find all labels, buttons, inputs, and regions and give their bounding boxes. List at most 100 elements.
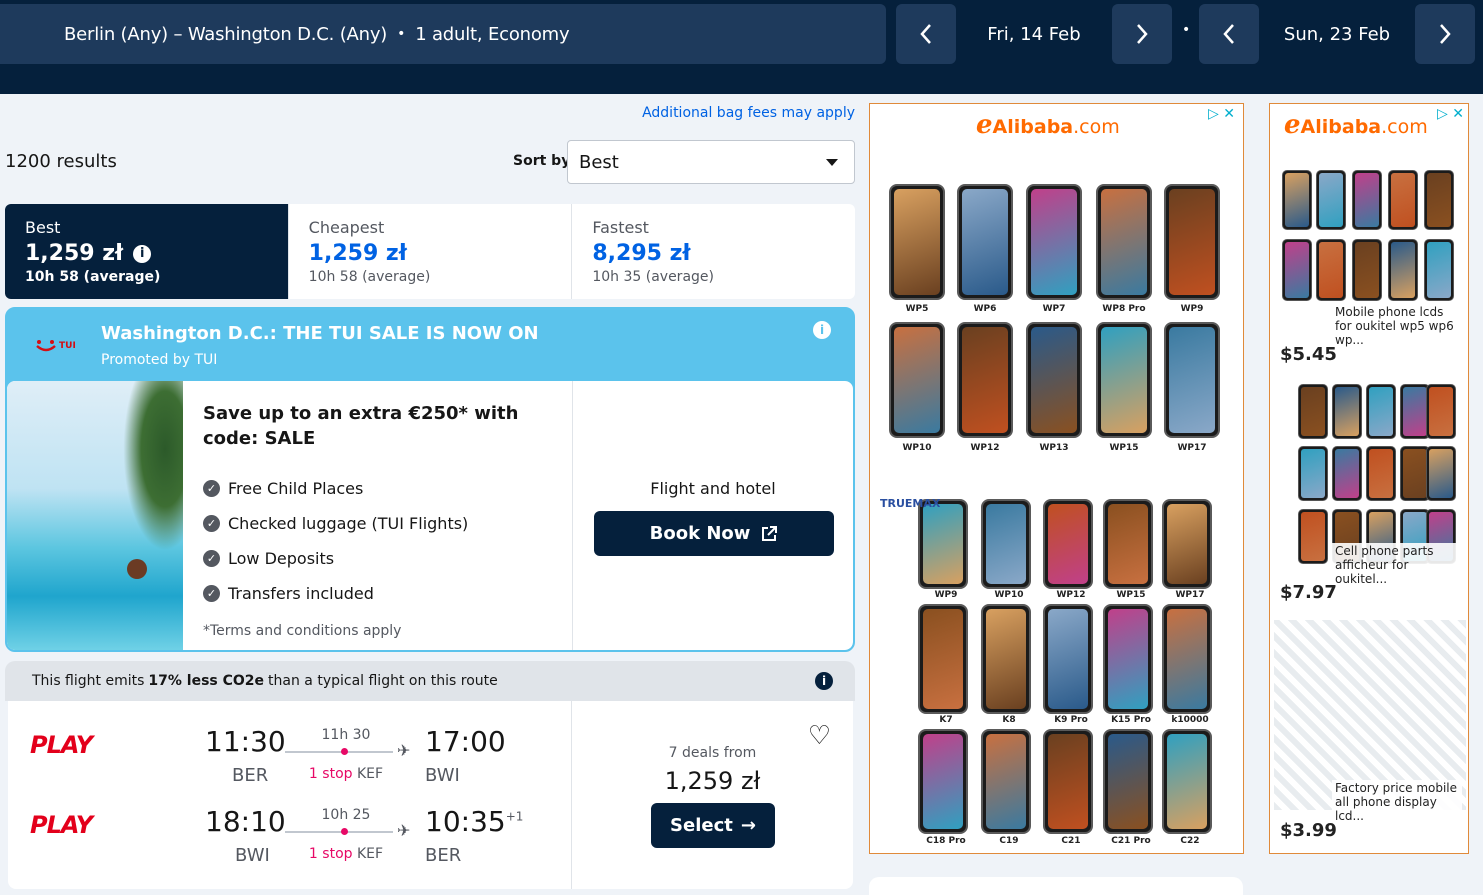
ad-close-icon[interactable]: ▷ ✕ (1208, 106, 1235, 122)
tab-price: 1,259 zł (25, 241, 124, 266)
ad-price: $3.99 (1280, 820, 1337, 841)
phone-model-label: WP15 (1109, 443, 1139, 453)
tab-best[interactable]: Best 1,259 zł i 10h 58 (average) (5, 204, 289, 299)
phone-product-image (1026, 184, 1082, 300)
info-icon[interactable]: i (813, 321, 831, 339)
brand-name: Alibaba (992, 116, 1074, 138)
phone-product-image (1316, 170, 1346, 230)
chevron-left-icon (920, 24, 931, 44)
phone-screen (923, 609, 963, 709)
phone-product-image (981, 729, 1031, 834)
phone-model-label: WP10 (994, 590, 1024, 600)
alibaba-logo: ℯAlibaba.com (1284, 110, 1428, 140)
price-column: ♡ 7 deals from 1,259 zł Select → (571, 701, 853, 889)
phone-model-label: WP6 (973, 304, 997, 314)
arr-time-value: 10:35 (425, 805, 506, 838)
alibaba-logo: ℯAlibaba.com (976, 110, 1120, 140)
ad-price: $5.45 (1280, 344, 1337, 365)
phone-product-image (1103, 604, 1153, 714)
route-text: Berlin (Any) – Washington D.C. (Any) (64, 23, 388, 45)
caret-down-icon (826, 159, 838, 166)
phone-screen (1319, 242, 1343, 298)
promo-title[interactable]: Washington D.C.: THE TUI SALE IS NOW ON (101, 323, 539, 344)
search-header: Berlin (Any) – Washington D.C. (Any) • 1… (0, 0, 1483, 94)
tab-duration: 10h 58 (average) (25, 269, 161, 285)
ad-caption: Cell phone parts afficheur for oukitel..… (1332, 543, 1462, 587)
phone-screen (1369, 449, 1393, 498)
tab-title: Best (25, 218, 61, 237)
promo-heading: Save up to an extra €250* with code: SAL… (203, 403, 519, 449)
return-prev-button[interactable] (1199, 4, 1259, 64)
day-offset: +1 (505, 809, 524, 824)
sort-select[interactable]: Best (567, 140, 855, 184)
phone-model-label: WP12 (970, 443, 1000, 453)
stop-dot (341, 748, 348, 755)
ad-caption: Mobile phone lcds for oukitel wp5 wp6 wp… (1332, 304, 1462, 348)
depart-next-button[interactable] (1112, 4, 1172, 64)
arrow-right-icon: → (740, 815, 756, 836)
tab-fastest[interactable]: Fastest 8,295 zł 10h 35 (average) (572, 204, 855, 299)
check-icon: ✓ (203, 585, 220, 602)
phone-model-label: K8 (1002, 715, 1016, 725)
phone-product-image (1332, 446, 1362, 501)
phone-product-image (1026, 322, 1082, 438)
chevron-right-icon (1440, 24, 1451, 44)
phone-product-image (981, 604, 1031, 714)
dep-time: 11:30 (205, 725, 286, 758)
stop-airport: KEF (356, 846, 384, 862)
phone-model-label: WP17 (1177, 443, 1207, 453)
pool-image (7, 381, 183, 650)
alibaba-ad-left[interactable]: ℯAlibaba.com ▷ ✕ WP5 WP6 WP7 WP8 Pro WP9 WP10… (869, 103, 1244, 854)
depart-prev-button[interactable] (896, 4, 956, 64)
phone-product-image (1282, 239, 1312, 301)
phone-product-image (889, 322, 945, 438)
phone-screen (1048, 734, 1088, 829)
tui-logo-text: TUI (59, 341, 76, 351)
phone-screen (1335, 387, 1359, 436)
brand-suffix: .com (1381, 116, 1428, 138)
phone-screen (1427, 242, 1451, 298)
phone-model-label: C21 Pro (1111, 836, 1151, 846)
check-icon: ✓ (203, 480, 220, 497)
ad-caption: Factory price mobile all phone display l… (1332, 780, 1462, 824)
feature-label: Free Child Places (228, 479, 364, 498)
info-icon[interactable]: i (133, 244, 152, 263)
phone-screen (1429, 387, 1453, 436)
route-line (285, 748, 393, 755)
phone-screen (1285, 173, 1309, 227)
feature-label: Checked luggage (TUI Flights) (228, 514, 469, 533)
phone-product-image (1298, 446, 1328, 501)
phone-screen (1031, 327, 1077, 433)
ad-close-icon[interactable]: ▷ ✕ (1437, 106, 1464, 122)
phone-product-image (1043, 729, 1093, 834)
palm-tree-shape (123, 381, 183, 551)
return-date[interactable]: Sun, 23 Feb (1259, 4, 1415, 64)
book-now-button[interactable]: Book Now (594, 511, 834, 556)
phone-screen (1101, 189, 1147, 295)
feature-item: ✓ Free Child Places (203, 471, 552, 506)
phone-screen (1355, 242, 1379, 298)
phone-model-label: WP9 (934, 590, 958, 600)
info-icon[interactable]: i (815, 672, 833, 690)
alibaba-ad-right[interactable]: ℯAlibaba.com ▷ ✕ Mobile phone lcds for o… (1269, 103, 1469, 854)
phone-product-image (1426, 446, 1456, 501)
phone-screen (1108, 504, 1148, 584)
phone-product-image (1352, 170, 1382, 230)
tab-duration: 10h 58 (average) (308, 269, 431, 285)
promoted-by: Promoted by TUI (101, 352, 218, 368)
select-button[interactable]: Select → (651, 803, 775, 848)
phone-product-image (1164, 184, 1220, 300)
phone-product-image (1043, 499, 1093, 589)
return-next-button[interactable] (1415, 4, 1475, 64)
sort-tabs: Best 1,259 zł i 10h 58 (average) Cheapest… (5, 204, 855, 299)
tab-cheapest[interactable]: Cheapest 1,259 zł 10h 58 (average) (289, 204, 573, 299)
depart-date[interactable]: Fri, 14 Feb (956, 4, 1112, 64)
bag-fees-link[interactable]: Additional bag fees may apply (600, 105, 855, 121)
feature-item: ✓ Checked luggage (TUI Flights) (203, 506, 552, 541)
search-summary-button[interactable]: Berlin (Any) – Washington D.C. (Any) • 1… (0, 4, 886, 64)
phone-screen (1391, 173, 1415, 227)
tui-smile-icon (36, 340, 56, 352)
eco-highlight: 17% less CO2e (148, 673, 265, 689)
arr-code: BER (425, 845, 462, 866)
flight-result-card[interactable]: PLAY 11:30 BER 11h 30 ✈ 1 stop KEF 17:00… (8, 701, 853, 889)
